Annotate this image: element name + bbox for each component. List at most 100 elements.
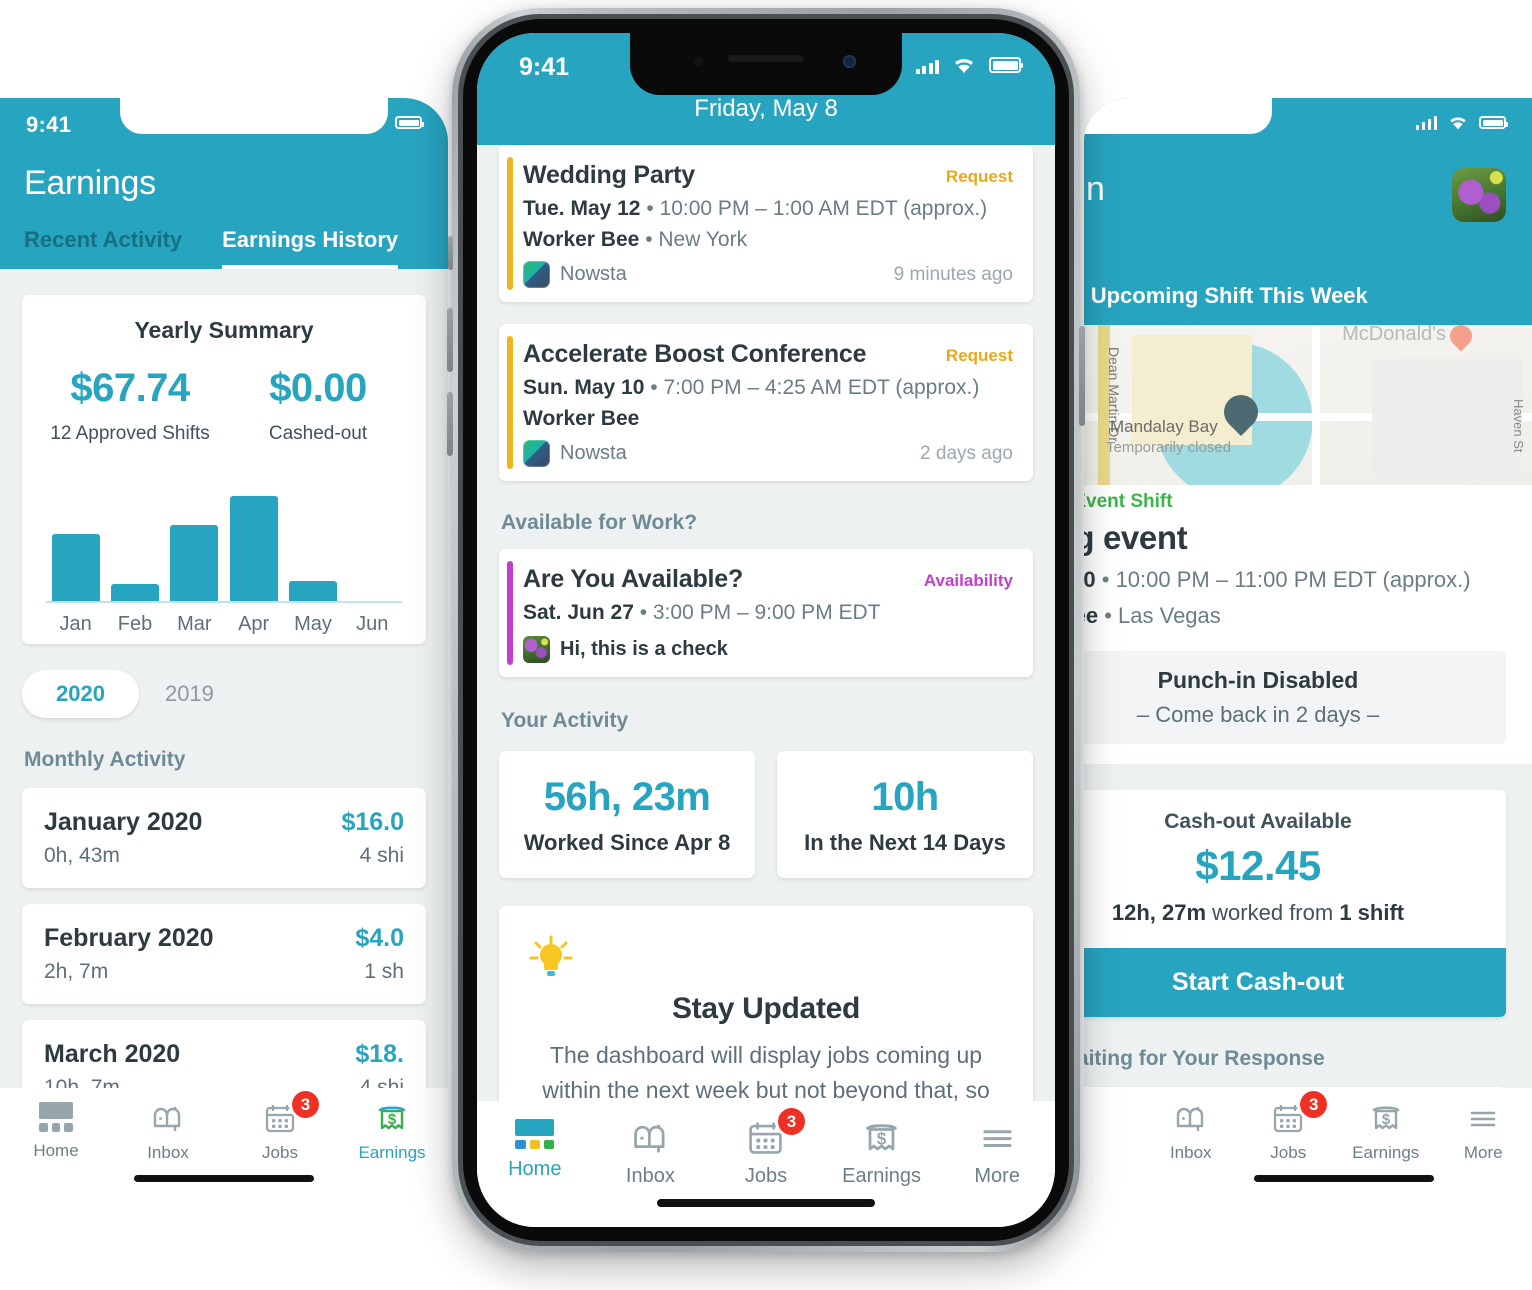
status-time: 9:41 bbox=[26, 112, 72, 137]
chart-tick-label: Jan bbox=[59, 613, 92, 635]
earned-amount: $67.74 bbox=[70, 366, 190, 410]
monthly-activity-row[interactable]: January 2020 0h, 43m $16.0 4 shi bbox=[22, 788, 426, 888]
home-indicator bbox=[134, 1175, 314, 1182]
year-option-selected[interactable]: 2020 bbox=[22, 670, 139, 718]
cashed-out-subtitle: Cashed-out bbox=[268, 423, 368, 444]
month-name: January 2020 bbox=[44, 808, 203, 836]
center-body: Wedding Party Request Tue. May 12 • 10:00 … bbox=[477, 145, 1055, 1227]
tab-label: Earnings bbox=[1352, 1143, 1420, 1162]
month-hours: 0h, 43m bbox=[44, 844, 120, 867]
chart-tick-label: Mar bbox=[177, 613, 212, 635]
job-timestamp: 9 minutes ago bbox=[893, 263, 1013, 285]
tab-inbox[interactable]: Inbox bbox=[593, 1119, 709, 1188]
tab-home[interactable]: Home bbox=[477, 1119, 593, 1181]
shift-org-location: rker Bee • Las Vegas bbox=[1084, 603, 1506, 629]
cashed-out-amount: $0.00 bbox=[269, 366, 367, 410]
shift-dot: • bbox=[1101, 567, 1116, 592]
job-source-label: Nowsta bbox=[560, 442, 627, 464]
activity-stat-upcoming: 10h In the Next 14 Days bbox=[777, 751, 1033, 878]
available-for-work-label: Available for Work? bbox=[501, 511, 698, 534]
left-header: Earnings Recent Activity Earnings Histor… bbox=[0, 146, 448, 269]
chart-bar-column bbox=[283, 581, 342, 601]
earpiece-speaker bbox=[728, 55, 804, 62]
job-source: Nowsta bbox=[523, 440, 627, 467]
chart-tick-label: Jun bbox=[356, 613, 389, 635]
monthly-activity-row[interactable]: February 2020 2h, 7m $4.0 1 sh bbox=[22, 904, 426, 1004]
job-time: 7:00 PM – 4:25 AM EDT (approx.) bbox=[663, 376, 980, 399]
tab-earnings[interactable]: $ Earnings bbox=[824, 1119, 940, 1188]
notification-badge: 3 bbox=[1300, 1091, 1328, 1118]
start-cash-out-button[interactable]: Start Cash-out bbox=[1084, 948, 1506, 1017]
job-request-card[interactable]: Wedding Party Request Tue. May 12 • 10:00 … bbox=[499, 145, 1033, 302]
month-amount: $4.0 bbox=[355, 924, 404, 952]
job-location: New York bbox=[658, 228, 748, 251]
confirmed-shift-card[interactable]: firmed Event Shift acing event . May 10 … bbox=[1084, 485, 1532, 764]
greeting: o, Ann bbox=[1084, 170, 1105, 208]
shift-location: Las Vegas bbox=[1118, 603, 1221, 628]
center-phone-screen: 9:41 Friday, May 8 Wedding Party Request T… bbox=[477, 33, 1055, 1227]
tab-earnings-history[interactable]: Earnings History bbox=[222, 227, 399, 269]
tab-jobs[interactable]: Jobs 3 bbox=[1240, 1091, 1338, 1163]
month-amount: $16.0 bbox=[341, 808, 404, 836]
chart-tick-label: May bbox=[294, 613, 332, 635]
year-option-previous[interactable]: 2019 bbox=[159, 681, 214, 707]
center-tab-bar: Home Inbox Jobs 3 $ Earnings More bbox=[477, 1101, 1055, 1227]
tab-recent-activity[interactable]: Recent Activity bbox=[24, 227, 182, 269]
right-phone-screen: 41 o, Ann , May 8 lave an Upcoming Shift… bbox=[1084, 98, 1532, 1198]
earned-summary: $67.74 12 Approved Shifts bbox=[36, 366, 224, 445]
upcoming-hours-label: In the Next 14 Days bbox=[804, 830, 1006, 855]
worked-hours-label: Worked Since Apr 8 bbox=[523, 830, 731, 855]
shift-title: acing event bbox=[1084, 519, 1188, 556]
requests-section-label: ests Waiting for Your Response bbox=[1084, 1047, 1325, 1070]
earnings-tabs: Recent Activity Earnings History bbox=[24, 227, 424, 269]
avatar[interactable] bbox=[1452, 168, 1506, 222]
volume-up-button[interactable] bbox=[447, 308, 453, 372]
notification-badge: 3 bbox=[777, 1108, 805, 1135]
month-name: March 2020 bbox=[44, 1040, 181, 1068]
cash-out-shifts: 1 shift bbox=[1339, 900, 1405, 925]
status-time: 9:41 bbox=[519, 53, 570, 81]
home-icon bbox=[515, 1119, 555, 1149]
volume-down-button[interactable] bbox=[447, 392, 453, 456]
mute-switch[interactable] bbox=[448, 236, 453, 270]
tab-inbox[interactable]: Inbox bbox=[112, 1102, 224, 1163]
monthly-activity-label: Monthly Activity bbox=[24, 748, 186, 771]
your-activity-label: Your Activity bbox=[501, 709, 629, 732]
mailbox-icon bbox=[634, 1124, 665, 1153]
map-place-status: Temporarily closed bbox=[1106, 439, 1232, 456]
availability-card[interactable]: Are You Available? Availability Sat. Jun… bbox=[499, 549, 1033, 677]
home-indicator bbox=[1253, 1175, 1434, 1182]
tab-more[interactable]: More bbox=[1435, 1102, 1532, 1163]
cash-out-label: Cash-out Available bbox=[1164, 810, 1352, 833]
sender-avatar bbox=[523, 636, 550, 663]
upcoming-shift-subtitle: lave an Upcoming Shift This Week bbox=[1084, 283, 1368, 308]
shift-location-map[interactable]: Dean Martin Dr Haven St Mandalay Bay Tem… bbox=[1084, 325, 1532, 485]
availability-tag: Availability bbox=[923, 571, 1013, 590]
tab-label: Jobs bbox=[1270, 1143, 1307, 1162]
tab-home[interactable]: Home bbox=[0, 1102, 112, 1161]
tab-inbox[interactable]: Inbox bbox=[1142, 1102, 1240, 1163]
chart-bars bbox=[46, 473, 402, 601]
tab-jobs[interactable]: Jobs 3 bbox=[708, 1108, 824, 1188]
shift-time: 10:00 PM – 11:00 PM EDT (approx.) bbox=[1115, 567, 1471, 592]
notification-badge: 3 bbox=[292, 1091, 319, 1118]
month-hours: 2h, 7m bbox=[44, 960, 109, 983]
job-request-card[interactable]: Accelerate Boost Conference Request Sun. M… bbox=[499, 324, 1033, 481]
chart-tick-label: Apr bbox=[238, 613, 270, 635]
svg-text:$: $ bbox=[1382, 1111, 1391, 1128]
chart-x-tick-labels: Jan Feb Mar Apr May Jun bbox=[46, 613, 402, 636]
power-button[interactable] bbox=[1079, 326, 1085, 426]
tab-more[interactable]: More bbox=[939, 1119, 1055, 1188]
job-datetime: Sun. May 10 • 7:00 PM – 4:25 AM EDT (app… bbox=[523, 376, 1013, 400]
screenshot-stage: 9:41 Earnings Recent Activity Earnings H… bbox=[0, 0, 1532, 1290]
tab-earnings[interactable]: $ Earnings bbox=[1337, 1102, 1435, 1163]
map-poi-label: McDonald's bbox=[1342, 325, 1446, 345]
wifi-icon bbox=[955, 59, 973, 74]
shift-dot-2: • bbox=[1104, 603, 1119, 628]
tab-jobs[interactable]: Jobs 3 bbox=[224, 1091, 336, 1163]
tab-label: Jobs bbox=[744, 1165, 788, 1187]
chart-bar-column bbox=[105, 584, 164, 601]
chart-axis bbox=[46, 601, 402, 603]
tab-earnings[interactable]: $ Earnings bbox=[336, 1102, 448, 1163]
job-title: Accelerate Boost Conference bbox=[523, 340, 867, 368]
